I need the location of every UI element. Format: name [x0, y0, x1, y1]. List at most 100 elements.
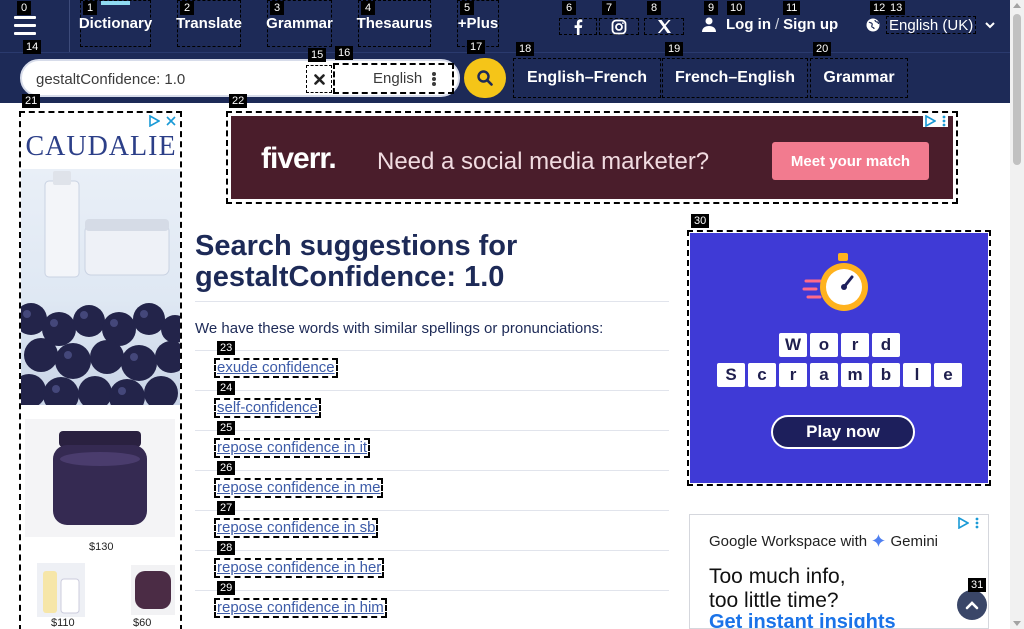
instagram-link[interactable] — [599, 18, 639, 35]
mark-badge: 28 — [217, 541, 236, 555]
instagram-icon — [611, 19, 627, 34]
letter-tile: l — [903, 363, 931, 387]
adchoices-icon — [925, 115, 936, 127]
mark-badge: 26 — [217, 461, 236, 475]
suggestions-intro: We have these words with similar spellin… — [195, 320, 604, 337]
suggestion-link[interactable]: repose confidence in him — [214, 598, 387, 618]
search-input[interactable] — [36, 68, 306, 90]
letter-tile: S — [717, 363, 745, 387]
google-workspace-ad[interactable]: Google Workspace with Gemini Too much in… — [689, 514, 989, 629]
kebab-icon — [432, 72, 436, 86]
suggestion-link[interactable]: repose confidence in me — [214, 478, 384, 498]
stopwatch-icon — [802, 253, 868, 311]
mark-badge: 5 — [460, 1, 474, 15]
mark-badge: 24 — [217, 381, 236, 395]
mark-badge: 8 — [647, 1, 661, 15]
mark-badge: 19 — [665, 42, 684, 56]
mark-badge: 31 — [968, 578, 987, 592]
ad-choices[interactable] — [149, 115, 176, 127]
language-selector[interactable]: English (UK) — [866, 16, 995, 34]
ad-choices[interactable] — [923, 115, 948, 127]
mark-badge: 13 — [887, 1, 906, 15]
skincare-product-illustration — [21, 171, 180, 405]
x-link[interactable] — [644, 18, 684, 35]
divider — [195, 510, 669, 511]
mark-badge: 23 — [217, 341, 236, 355]
facebook-icon — [574, 18, 583, 35]
suggestion-link[interactable]: repose confidence in sb — [214, 518, 379, 538]
user-icon[interactable] — [702, 17, 716, 32]
auth-links: Log in / Sign up — [702, 16, 838, 33]
suggestion-link[interactable]: self-confidence — [214, 398, 321, 418]
caudalie-logo: CAUDALIE — [25, 131, 177, 162]
page-scrollbar[interactable] — [1010, 0, 1024, 629]
mark-badge: 7 — [602, 1, 616, 15]
mark-badge: 17 — [467, 40, 486, 54]
clear-search-button[interactable] — [306, 65, 332, 93]
mark-badge: 9 — [704, 1, 718, 15]
mark-badge: 11 — [783, 1, 801, 15]
letter-tile: m — [841, 363, 869, 387]
divider — [195, 430, 669, 431]
chevron-down-icon — [985, 22, 995, 29]
globe-icon — [866, 18, 880, 32]
ad-cta[interactable]: Get instant insights — [709, 611, 896, 628]
scroll-up-arrow[interactable] — [1013, 3, 1021, 8]
search-box: English — [20, 59, 460, 97]
mark-badge: 12 — [870, 1, 889, 15]
chevron-up-icon — [965, 601, 979, 610]
scroll-down-arrow[interactable] — [1013, 621, 1021, 626]
search-button[interactable] — [464, 58, 506, 98]
divider — [195, 390, 669, 391]
mark-badge: 14 — [23, 40, 42, 54]
search-icon — [477, 70, 493, 86]
quick-link-grammar[interactable]: Grammar — [810, 58, 908, 98]
mark-badge: 18 — [516, 42, 535, 56]
word-scramble-ad[interactable]: W o r d S c r a m b l e Play now — [687, 230, 991, 486]
mark-badge: 20 — [813, 42, 832, 56]
adchoices-icon — [958, 517, 969, 529]
suggestion-link[interactable]: repose confidence in her — [214, 558, 385, 578]
product-price: $110 — [51, 617, 75, 629]
suggestion-link[interactable]: exude confidence — [214, 358, 338, 378]
letter-tile: d — [872, 333, 900, 357]
scrollbar-thumb[interactable] — [1013, 14, 1021, 165]
divider — [195, 350, 669, 351]
facebook-link[interactable] — [559, 18, 597, 35]
play-now-button[interactable]: Play now — [771, 415, 915, 449]
quick-link-french-english[interactable]: French–English — [662, 58, 808, 98]
kebab-icon — [942, 115, 946, 127]
letter-tile: r — [841, 333, 869, 357]
letter-tile: r — [779, 363, 807, 387]
fiverr-banner: fiverr. Need a social media marketer? Me… — [231, 116, 953, 199]
ad-headline: Too much info, too little time? — [709, 565, 846, 612]
mark-badge: 10 — [727, 1, 746, 15]
login-link[interactable]: Log in — [726, 16, 771, 33]
quick-link-english-french[interactable]: English–French — [513, 58, 661, 98]
product-kit-image — [37, 563, 85, 617]
left-sidebar-ad[interactable]: CAUDALIE $130 $110 $60 — [19, 111, 182, 629]
page: Dictionary Translate Grammar Thesaurus +… — [0, 0, 1024, 629]
mark-badge: 29 — [217, 581, 236, 595]
mark-badge: 1 — [83, 1, 97, 15]
ad-choices[interactable] — [958, 517, 979, 529]
scroll-to-top-button[interactable] — [957, 590, 987, 620]
banner-cta-button[interactable]: Meet your match — [772, 142, 929, 180]
mark-badge: 2 — [180, 1, 194, 15]
mark-badge: 30 — [691, 214, 710, 228]
x-icon — [657, 20, 671, 33]
mark-badge: 0 — [17, 1, 31, 15]
dictionary-select[interactable]: English — [333, 63, 454, 94]
close-icon — [166, 116, 176, 126]
page-title: Search suggestions for gestaltConfidence… — [195, 230, 518, 293]
product-jar-small-image — [131, 565, 175, 615]
fiverr-logo: fiverr. — [261, 142, 337, 175]
banner-ad[interactable]: fiverr. Need a social media marketer? Me… — [226, 111, 958, 204]
letter-tile: c — [748, 363, 776, 387]
banner-headline: Need a social media marketer? — [377, 148, 710, 175]
signup-link[interactable]: Sign up — [783, 16, 838, 33]
product-price: $130 — [89, 541, 114, 553]
gemini-sparkle-icon — [872, 534, 886, 547]
mark-badge: 21 — [22, 94, 41, 108]
suggestion-link[interactable]: repose confidence in it — [214, 438, 371, 458]
